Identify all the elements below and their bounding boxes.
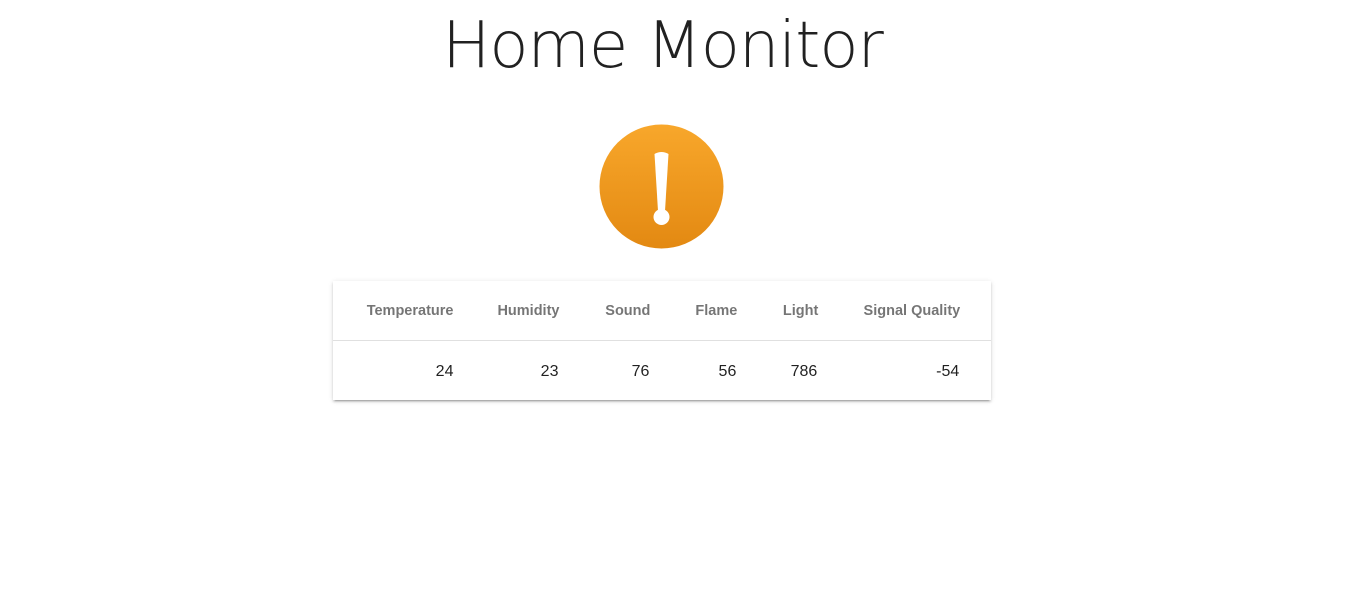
humidity-value: 23	[540, 362, 559, 380]
header-padding	[960, 281, 991, 341]
sensor-readings-table: Temperature Humidity Sound Flame Light S…	[333, 281, 991, 402]
row-padding	[960, 341, 991, 403]
home-monitor-page: Home Monitor Temperature Humidity Sound …	[0, 0, 1353, 601]
column-header-light: Light	[737, 281, 819, 341]
sound-value: 76	[631, 362, 650, 380]
column-header-sound: Sound	[559, 281, 651, 341]
light-value: 786	[790, 362, 818, 380]
column-header-temperature: Temperature	[333, 281, 454, 341]
flame-value: 56	[718, 362, 737, 380]
exclamation-alert-icon	[599, 124, 724, 249]
table-row: 24 23 76 56 786 -54	[333, 341, 991, 403]
table-header-row: Temperature Humidity Sound Flame Light S…	[333, 281, 991, 341]
alert-status-icon	[599, 124, 724, 249]
signal-quality-value: -54	[936, 362, 960, 380]
temperature-value: 24	[435, 362, 454, 380]
page-title: Home Monitor	[442, 9, 884, 83]
sensor-readings-table-card: Temperature Humidity Sound Flame Light S…	[333, 281, 991, 400]
column-header-signal-quality: Signal Quality	[818, 281, 961, 341]
column-header-humidity: Humidity	[453, 281, 560, 341]
column-header-flame: Flame	[650, 281, 738, 341]
